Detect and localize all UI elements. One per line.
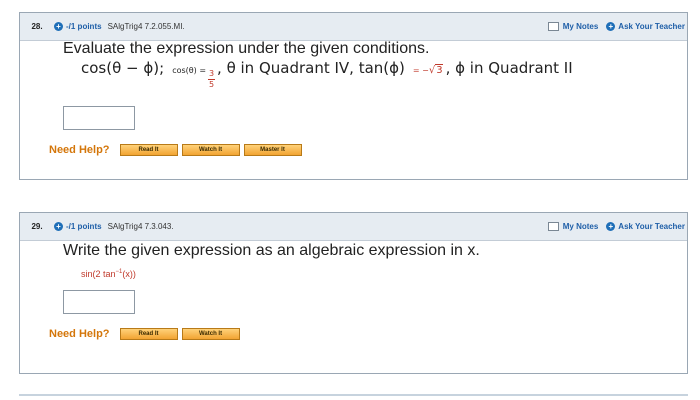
question-prompt: Evaluate the expression under the given …	[63, 40, 430, 57]
note-icon	[547, 222, 559, 231]
fraction-numerator: 3	[208, 69, 215, 78]
my-notes-link[interactable]: My Notes	[547, 22, 599, 31]
question-number: 29.	[31, 222, 43, 231]
fraction: 3 5	[208, 69, 216, 89]
watch-it-button[interactable]: Watch It	[181, 144, 240, 156]
fraction-denominator: 5	[208, 80, 215, 89]
math-expression: cos(θ − ϕ); cos(θ) = 3 5 , θ in Quadrant…	[81, 59, 573, 89]
tan-equals: = −	[412, 66, 429, 75]
expr-post: (x))	[122, 269, 136, 279]
ask-teacher-label: Ask Your Teacher	[618, 22, 685, 31]
question-id: SAlgTrig4 7.2.055.MI.	[107, 22, 185, 31]
ask-teacher-label: Ask Your Teacher	[618, 222, 685, 231]
question-id: SAlgTrig4 7.3.043.	[107, 222, 174, 231]
given-expression: sin(2 tan−1(x))	[81, 269, 136, 279]
watch-it-button[interactable]: Watch It	[181, 328, 240, 340]
theta-condition: , θ in Quadrant IV, tan(ϕ)	[217, 59, 405, 77]
answer-input[interactable]	[63, 290, 135, 314]
plus-icon: +	[606, 22, 616, 31]
question-header: 29. + -/1 points SAlgTrig4 7.3.043. My N…	[20, 213, 687, 241]
sqrt-symbol: √3	[428, 64, 443, 76]
expr-pre: sin(2 tan	[81, 269, 116, 279]
note-icon	[547, 22, 559, 31]
question-number: 28.	[31, 22, 43, 31]
points-label: -/1 points	[66, 22, 102, 31]
expand-plus-icon[interactable]: +	[54, 222, 63, 231]
plus-icon: +	[606, 222, 616, 231]
my-notes-label: My Notes	[562, 222, 599, 231]
need-help-row: Need Help? Read It Watch It	[49, 328, 244, 340]
need-help-label: Need Help?	[49, 144, 110, 156]
math-main-expression: cos(θ − ϕ);	[81, 59, 165, 77]
my-notes-link[interactable]: My Notes	[547, 222, 599, 231]
answer-input[interactable]	[63, 106, 135, 130]
points-label: -/1 points	[66, 222, 102, 231]
master-it-button[interactable]: Master It	[243, 144, 302, 156]
my-notes-label: My Notes	[562, 22, 599, 31]
read-it-button[interactable]: Read It	[119, 144, 178, 156]
sqrt-value: 3	[435, 64, 443, 76]
ask-teacher-link[interactable]: + Ask Your Teacher	[606, 22, 685, 31]
need-help-row: Need Help? Read It Watch It Master It	[49, 144, 306, 156]
phi-condition: , ϕ in Quadrant II	[445, 59, 573, 77]
read-it-button[interactable]: Read It	[119, 328, 178, 340]
need-help-label: Need Help?	[49, 328, 110, 340]
expand-plus-icon[interactable]: +	[54, 22, 63, 31]
question-prompt: Write the given expression as an algebra…	[63, 242, 480, 259]
cos-condition: cos(θ) =	[172, 66, 207, 75]
ask-teacher-link[interactable]: + Ask Your Teacher	[606, 222, 685, 231]
question-header: 28. + -/1 points SAlgTrig4 7.2.055.MI. M…	[20, 13, 687, 41]
page-divider	[19, 394, 688, 396]
